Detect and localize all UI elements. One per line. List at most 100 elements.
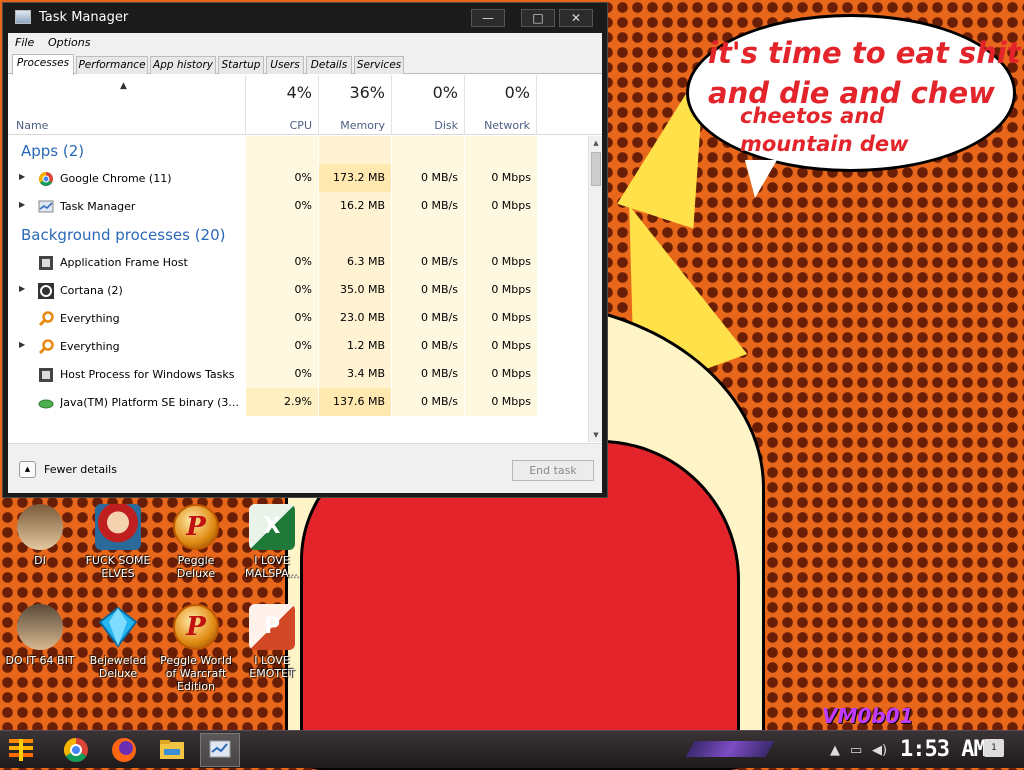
- fewer-details-link[interactable]: Fewer details: [44, 463, 117, 476]
- folder-icon: [160, 740, 184, 759]
- maximize-button[interactable]: □: [521, 9, 555, 27]
- memory-cell: 16.2 MB: [318, 192, 391, 220]
- tab-details[interactable]: Details: [306, 56, 352, 74]
- column-disk[interactable]: 0% Disk: [391, 75, 464, 135]
- tray-chevron-icon[interactable]: ▲: [830, 743, 840, 758]
- desktop-icon-i-love-emotet[interactable]: P I LOVE EMOTET: [234, 604, 310, 680]
- desktop-icon-label: Peggle Deluxe: [176, 554, 216, 580]
- desktop-icon-i-love-malspam[interactable]: X I LOVE MALSPA...: [234, 504, 310, 580]
- tab-processes[interactable]: Processes: [12, 54, 74, 75]
- menu-bar: File Options: [8, 33, 602, 53]
- network-percent: 0%: [504, 83, 530, 102]
- column-cpu[interactable]: 4% CPU: [245, 75, 318, 135]
- group-cell: [391, 136, 464, 164]
- expand-chevron-icon[interactable]: ▶: [19, 284, 25, 293]
- scroll-up-icon[interactable]: ▲: [590, 137, 602, 149]
- end-task-button[interactable]: End task: [512, 460, 594, 481]
- memory-label: Memory: [340, 119, 385, 132]
- chrome-icon: [38, 171, 54, 187]
- column-network[interactable]: 0% Network: [464, 75, 537, 135]
- taskbar-file-explorer[interactable]: [152, 733, 192, 767]
- scroll-thumb[interactable]: [591, 152, 601, 186]
- everything-icon: [38, 339, 54, 355]
- minimize-button[interactable]: —: [471, 9, 505, 27]
- taskbar-chrome[interactable]: [56, 733, 96, 767]
- desktop-icon-di[interactable]: DI: [2, 504, 78, 567]
- title-bar[interactable]: Task Manager — □ ✕: [3, 3, 607, 33]
- column-memory[interactable]: 36% Memory: [318, 75, 391, 135]
- desktop-icon-label: Peggle World of Warcraft Edition: [160, 654, 232, 693]
- window-client: File Options Processes Performance App h…: [8, 33, 602, 493]
- clock[interactable]: 1:53 AM: [900, 737, 987, 762]
- tab-performance[interactable]: Performance: [76, 56, 148, 74]
- desktop-icon-label: FUCK SOME ELVES: [85, 554, 151, 580]
- process-list[interactable]: Apps (2) Background processes (20) 0% 173…: [8, 136, 588, 442]
- santa-icon: [95, 504, 141, 550]
- scroll-down-icon[interactable]: ▼: [590, 429, 602, 441]
- expand-chevron-icon[interactable]: ▶: [19, 340, 25, 349]
- tab-startup[interactable]: Startup: [218, 56, 264, 74]
- desktop-icon-bejeweled-deluxe[interactable]: Bejeweled Deluxe: [80, 604, 156, 680]
- process-row[interactable]: 0% 173.2 MB 0 MB/s 0 Mbps ▶ Google Chrome (11…: [8, 164, 588, 192]
- group-cell: [464, 220, 537, 248]
- expand-chevron-icon[interactable]: ▶: [19, 200, 25, 209]
- start-button[interactable]: [6, 735, 38, 765]
- process-row[interactable]: 2.9% 137.6 MB 0 MB/s 0 Mbps Java(TM) Platfor…: [8, 388, 588, 416]
- chevron-up-icon[interactable]: ▲: [19, 461, 36, 478]
- process-name: Application Frame Host: [60, 256, 188, 269]
- expand-chevron-icon[interactable]: ▶: [19, 172, 25, 181]
- tab-services[interactable]: Services: [354, 56, 404, 74]
- memory-cell: 6.3 MB: [318, 248, 391, 276]
- disk-cell: 0 MB/s: [391, 248, 464, 276]
- volume-icon[interactable]: ◀): [872, 743, 887, 758]
- process-row[interactable]: 0% 6.3 MB 0 MB/s 0 Mbps Application Frame Ho…: [8, 248, 588, 276]
- disk-label: Disk: [434, 119, 458, 132]
- task-manager-window[interactable]: Task Manager — □ ✕ File Options Processe…: [2, 2, 608, 498]
- app-frame-icon: [38, 255, 54, 271]
- vertical-scrollbar[interactable]: ▲ ▼: [588, 136, 602, 442]
- menu-options[interactable]: Options: [48, 36, 90, 49]
- speech-line: mountain dew: [740, 132, 909, 156]
- portrait-icon: [17, 504, 63, 550]
- taskbar-firefox[interactable]: [104, 733, 144, 767]
- process-name: Task Manager: [60, 200, 136, 213]
- task-manager-icon: [209, 740, 231, 758]
- process-row[interactable]: 0% 23.0 MB 0 MB/s 0 Mbps Everything: [8, 304, 588, 332]
- menu-file[interactable]: File: [15, 36, 34, 49]
- close-button[interactable]: ✕: [559, 9, 593, 27]
- process-row[interactable]: 0% 35.0 MB 0 MB/s 0 Mbps ▶ Cortana (2): [8, 276, 588, 304]
- cpu-cell: 0%: [245, 332, 318, 360]
- process-row[interactable]: 0% 16.2 MB 0 MB/s 0 Mbps ▶ Task Manager: [8, 192, 588, 220]
- network-cell: 0 Mbps: [464, 304, 537, 332]
- network-cell: 0 Mbps: [464, 276, 537, 304]
- tab-app-history[interactable]: App history: [150, 56, 216, 74]
- disk-percent: 0%: [432, 83, 458, 102]
- speech-bubble-tail: [745, 160, 777, 198]
- firefox-icon: [112, 738, 136, 762]
- network-cell: 0 Mbps: [464, 332, 537, 360]
- cpu-cell: 0%: [245, 304, 318, 332]
- cpu-cell: 0%: [245, 164, 318, 192]
- desktop-icon-label: Bejeweled Deluxe: [89, 654, 147, 680]
- desktop-icon-do-it-64-bit[interactable]: DO IT 64 BIT: [2, 604, 78, 667]
- taskbar: ▲ ▭ ◀) 1:53 AM 1: [0, 730, 1024, 768]
- process-name: Host Process for Windows Tasks: [60, 368, 235, 381]
- network-cell: 0 Mbps: [464, 388, 537, 416]
- process-row[interactable]: 0% 3.4 MB 0 MB/s 0 Mbps Host Process for Win…: [8, 360, 588, 388]
- task-manager-icon: [15, 10, 31, 24]
- desktop-icon-peggle-wow[interactable]: P Peggle World of Warcraft Edition: [158, 604, 234, 693]
- memory-cell: 1.2 MB: [318, 332, 391, 360]
- taskbar-task-manager[interactable]: [200, 733, 240, 767]
- group-cell: [391, 220, 464, 248]
- chrome-icon: [63, 738, 88, 763]
- desktop-icon-peggle-deluxe[interactable]: P Peggle Deluxe: [158, 504, 234, 580]
- desktop-icon-fuck-some-elves[interactable]: FUCK SOME ELVES: [80, 504, 156, 580]
- desktop-icon-label: DI: [34, 554, 46, 567]
- notification-icon[interactable]: 1: [984, 739, 1004, 757]
- tab-users[interactable]: Users: [266, 56, 304, 74]
- process-name: Everything: [60, 340, 120, 353]
- disk-cell: 0 MB/s: [391, 388, 464, 416]
- network-icon[interactable]: ▭: [850, 743, 862, 758]
- column-name[interactable]: Name: [16, 119, 48, 132]
- process-row[interactable]: 0% 1.2 MB 0 MB/s 0 Mbps ▶ Everything: [8, 332, 588, 360]
